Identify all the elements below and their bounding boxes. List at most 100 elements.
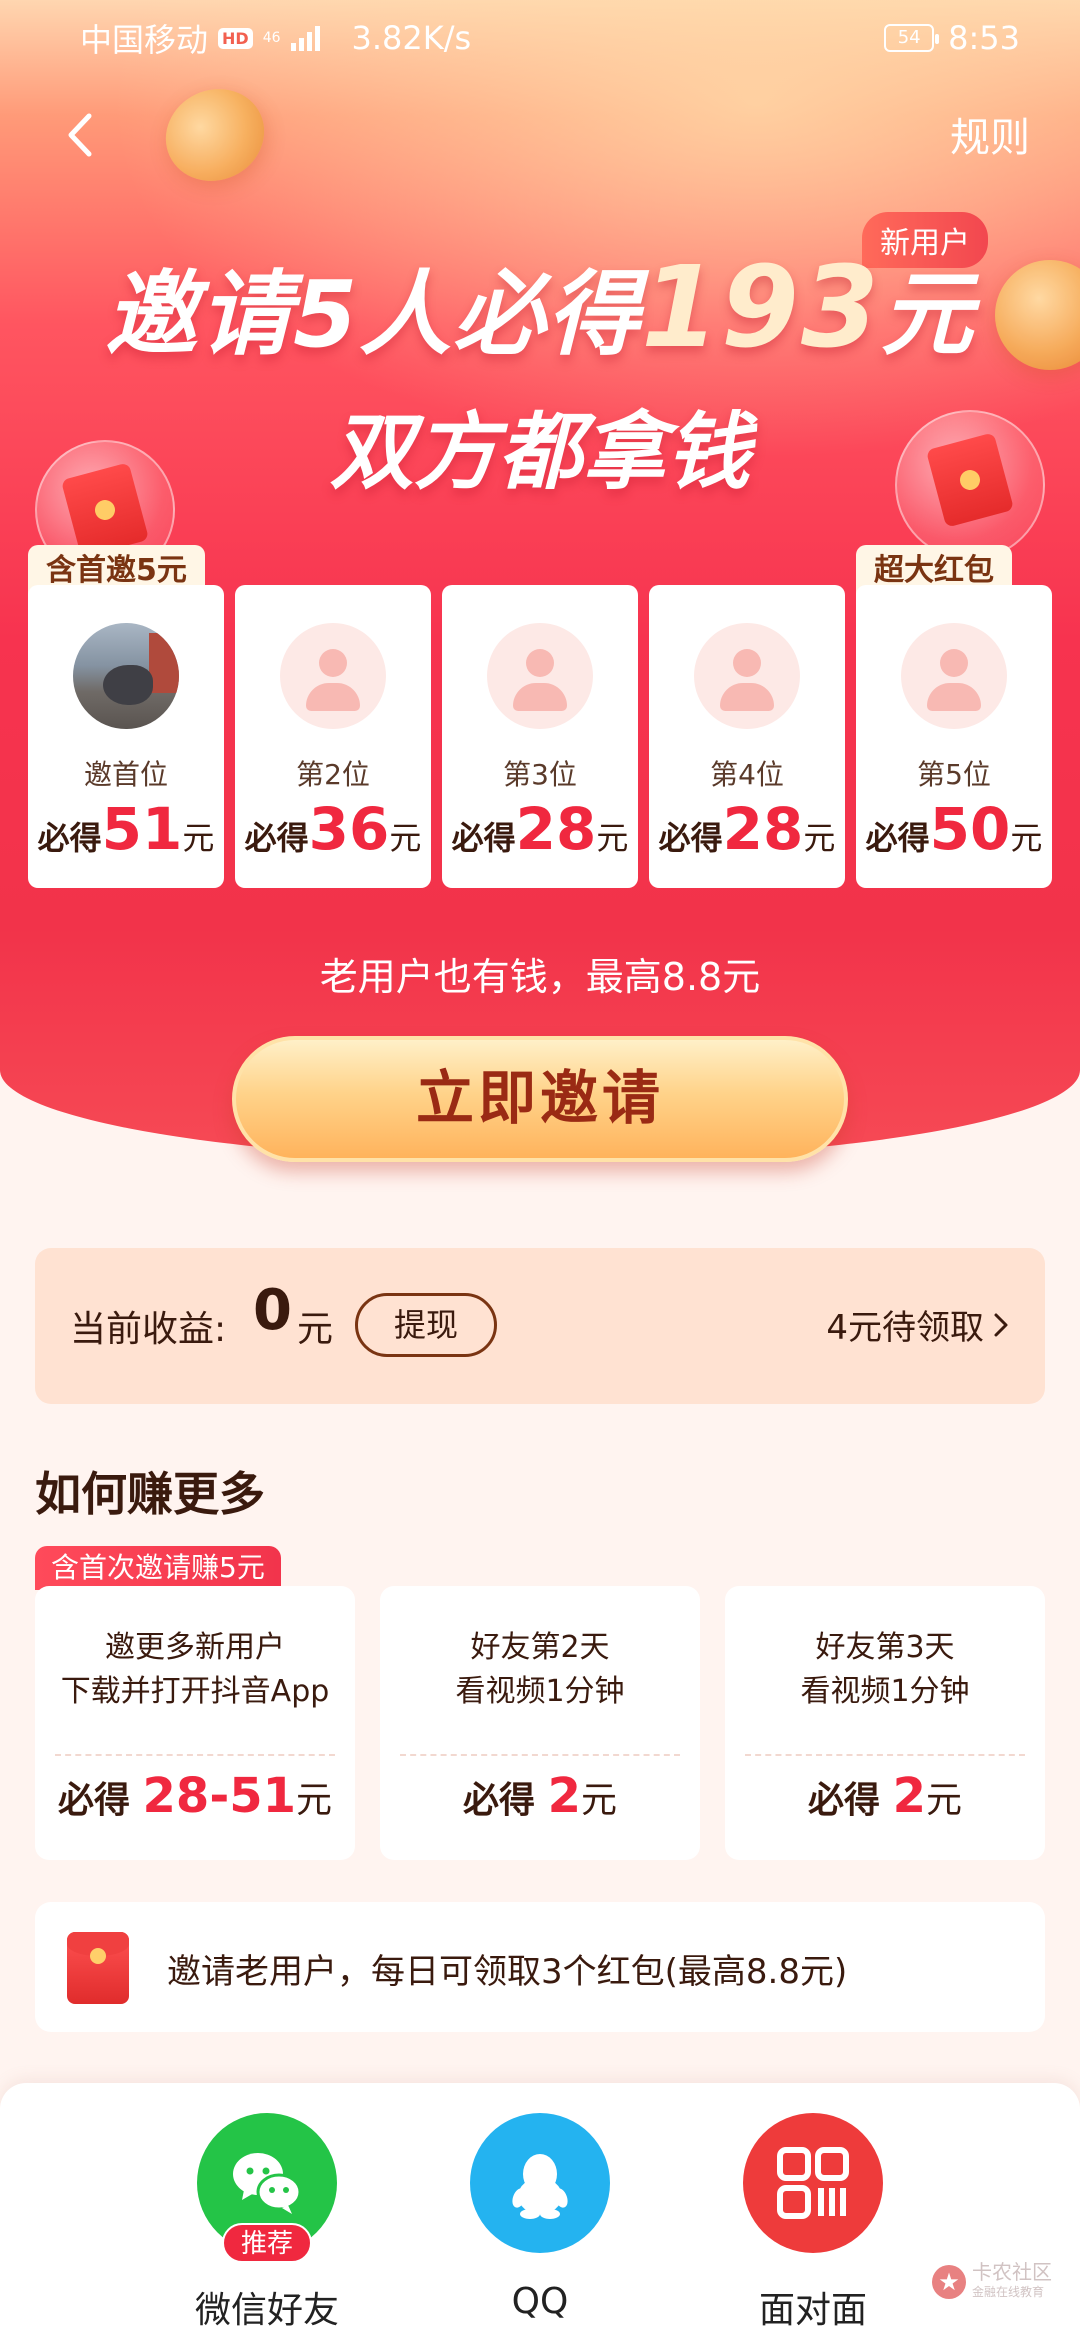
earn-unit: 元 (925, 1780, 962, 1821)
watermark-sub: 金融在线教育 (972, 2285, 1045, 2299)
earn-desc-line: 好友第3天 (815, 1630, 955, 1665)
carrier-info: 中国移动 HD 46 3.82K/s (80, 15, 471, 61)
earn-description: 邀更多新用户 下载并打开抖音App (35, 1626, 355, 1714)
earn-description: 好友第3天 看视频1分钟 (725, 1626, 1045, 1714)
earn-amount: 必得 28-51元 (35, 1768, 355, 1824)
share-label: 微信好友 (194, 2290, 339, 2331)
clock: 8:53 (948, 19, 1020, 57)
share-label: 面对面 (758, 2290, 867, 2331)
headline-amount: 193 (641, 243, 881, 373)
avatar-placeholder-icon (694, 623, 800, 729)
reward-card-2[interactable]: 第2位 必得36元 (235, 585, 431, 888)
status-bar: 中国移动 HD 46 3.82K/s 54 8:53 (0, 0, 1080, 76)
earn-unit: 元 (580, 1780, 617, 1821)
watermark-logo-icon: ★ (932, 2265, 966, 2299)
card-reward: 必得28元 (442, 795, 638, 863)
card-reward: 必得51元 (28, 795, 224, 863)
card-position: 第5位 (917, 758, 991, 791)
dashed-divider (745, 1754, 1025, 1756)
dashed-divider (55, 1754, 335, 1756)
chevron-left-icon (68, 113, 92, 157)
watermark: ★ 卡农社区 金融在线教育 (932, 2262, 1052, 2302)
old-user-note: 老用户也有钱，最高8.8元 (319, 955, 761, 999)
earn-value: 2 (547, 1768, 581, 1824)
reward-amount: 36 (308, 795, 390, 863)
network-type: 46 (262, 30, 281, 46)
watermark-text: 卡农社区 金融在线教育 (972, 2262, 1052, 2302)
old-user-invite-text: 邀请老用户，每日可领取3个红包(最高8.8元) (167, 1952, 848, 1992)
earnings-label: 当前收益: (70, 1309, 227, 1350)
earn-value: 2 (892, 1768, 926, 1824)
recommend-badge: 推荐 (222, 2223, 312, 2263)
card-reward: 必得50元 (856, 795, 1052, 863)
reward-card-4[interactable]: 第4位 必得28元 (649, 585, 845, 888)
pending-text: 4元待领取 (826, 1308, 984, 1348)
share-label: QQ (511, 2281, 569, 2322)
dashed-divider (400, 1754, 680, 1756)
wechat-icon: 推荐 (197, 2113, 337, 2263)
card-reward: 必得36元 (235, 795, 431, 863)
earn-value: 28-51 (142, 1768, 297, 1824)
earn-unit: 元 (296, 1780, 333, 1821)
earn-desc-line: 好友第2天 (470, 1630, 610, 1665)
avatar-placeholder-icon (901, 623, 1007, 729)
earn-card-day2: 好友第2天 看视频1分钟 必得 2元 (380, 1586, 700, 1860)
watermark-name: 卡农社区 (972, 2260, 1052, 2284)
earn-description: 好友第2天 看视频1分钟 (380, 1626, 700, 1714)
earn-desc-line: 邀更多新用户 (105, 1630, 285, 1665)
reward-amount: 50 (929, 795, 1011, 863)
headline-suffix: 元 (880, 261, 975, 368)
share-wechat-button[interactable]: 推荐 微信好友 (167, 2113, 367, 2333)
network-speed: 3.82K/s (351, 19, 472, 57)
reward-amount: 28 (722, 795, 804, 863)
pending-rewards-link[interactable]: 4元待领取 (826, 1300, 1010, 1349)
share-face-to-face-button[interactable]: 面对面 (713, 2113, 913, 2333)
reward-amount: 28 (515, 795, 597, 863)
earn-amount: 必得 2元 (380, 1768, 700, 1824)
earn-desc-line: 看视频1分钟 (455, 1674, 625, 1709)
avatar (73, 623, 179, 729)
card-position: 第3位 (503, 758, 577, 791)
avatar-placeholder-icon (487, 623, 593, 729)
qr-code-icon (743, 2113, 883, 2253)
earn-prefix: 必得 (57, 1780, 130, 1821)
earn-card-day3: 好友第3天 看视频1分钟 必得 2元 (725, 1586, 1045, 1860)
reward-prefix: 必得 (37, 819, 102, 857)
invite-now-button[interactable]: 立即邀请 (232, 1036, 848, 1162)
reward-card-1[interactable]: 邀首位 必得51元 (28, 585, 224, 888)
reward-card-3[interactable]: 第3位 必得28元 (442, 585, 638, 888)
battery-icon: 54 (884, 24, 940, 52)
reward-amount: 51 (101, 795, 183, 863)
section-title: 如何赚更多 (35, 1467, 265, 1521)
earnings-value: 0 (253, 1278, 292, 1343)
earn-desc-line: 下载并打开抖音App (60, 1674, 330, 1709)
back-button[interactable] (50, 100, 110, 170)
card-position: 第4位 (710, 758, 784, 791)
earn-amount: 必得 2元 (725, 1768, 1045, 1824)
red-envelope-icon (67, 1932, 129, 2004)
rules-link[interactable]: 规则 (950, 105, 1030, 163)
reward-prefix: 必得 (658, 819, 723, 857)
reward-unit: 元 (596, 819, 629, 857)
first-invite-bonus-tag: 含首次邀请赚5元 (35, 1546, 281, 1590)
earnings-unit: 元 (297, 1309, 334, 1350)
qq-penguin-icon (470, 2113, 610, 2253)
reward-prefix: 必得 (244, 819, 309, 857)
hero-headline: 邀请5人必得193元 (0, 240, 1080, 373)
old-user-invite-bar[interactable]: 邀请老用户，每日可领取3个红包(最高8.8元) (35, 1902, 1045, 2032)
chevron-right-icon (994, 1313, 1008, 1336)
card-position: 邀首位 (83, 758, 168, 791)
reward-card-5[interactable]: 第5位 必得50元 (856, 585, 1052, 888)
carrier-name: 中国移动 (80, 21, 209, 59)
reward-unit: 元 (803, 819, 836, 857)
earn-prefix: 必得 (808, 1780, 881, 1821)
reward-unit: 元 (389, 819, 422, 857)
share-qq-button[interactable]: QQ (440, 2113, 640, 2322)
withdraw-button[interactable]: 提现 (355, 1293, 497, 1357)
reward-unit: 元 (1010, 819, 1043, 857)
earnings-panel: 当前收益: 0 元 提现 4元待领取 (35, 1248, 1045, 1404)
earn-desc-line: 看视频1分钟 (800, 1674, 970, 1709)
card-position: 第2位 (296, 758, 370, 791)
reward-prefix: 必得 (865, 819, 930, 857)
reward-prefix: 必得 (451, 819, 516, 857)
